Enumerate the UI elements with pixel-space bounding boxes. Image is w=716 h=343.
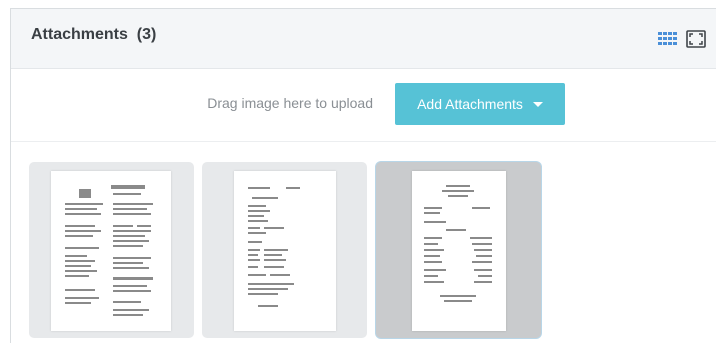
document-scan-icon [424, 185, 492, 302]
caret-down-icon [532, 101, 543, 107]
fullscreen-icon [686, 30, 706, 48]
fullscreen-button[interactable] [685, 28, 707, 50]
grid-view-button[interactable] [657, 28, 679, 50]
upload-toolbar: Drag image here to upload Add Attachment… [11, 69, 716, 142]
attachments-title: Attachments (3) [31, 26, 156, 44]
attachment-thumbnail-2[interactable] [202, 162, 367, 338]
add-attachments-button[interactable]: Add Attachments [395, 83, 565, 125]
attachment-thumbnail-3[interactable] [376, 162, 541, 338]
drop-zone-hint[interactable]: Drag image here to upload [207, 95, 373, 111]
document-scan-icon [65, 185, 153, 316]
add-attachments-label: Add Attachments [417, 96, 523, 112]
attachment-thumbnails [11, 142, 716, 343]
attachments-panel: Attachments (3) Drag image here to uploa… [10, 8, 716, 343]
document-preview-1 [51, 171, 171, 331]
document-preview-3 [412, 171, 506, 331]
document-scan-icon [248, 187, 300, 307]
grid-view-icon [658, 32, 677, 45]
attachment-thumbnail-1[interactable] [29, 162, 194, 338]
attachments-header: Attachments (3) [11, 9, 716, 69]
document-preview-2 [234, 171, 336, 331]
attachments-count: (3) [136, 26, 157, 43]
attachments-title-text: Attachments [31, 26, 128, 43]
